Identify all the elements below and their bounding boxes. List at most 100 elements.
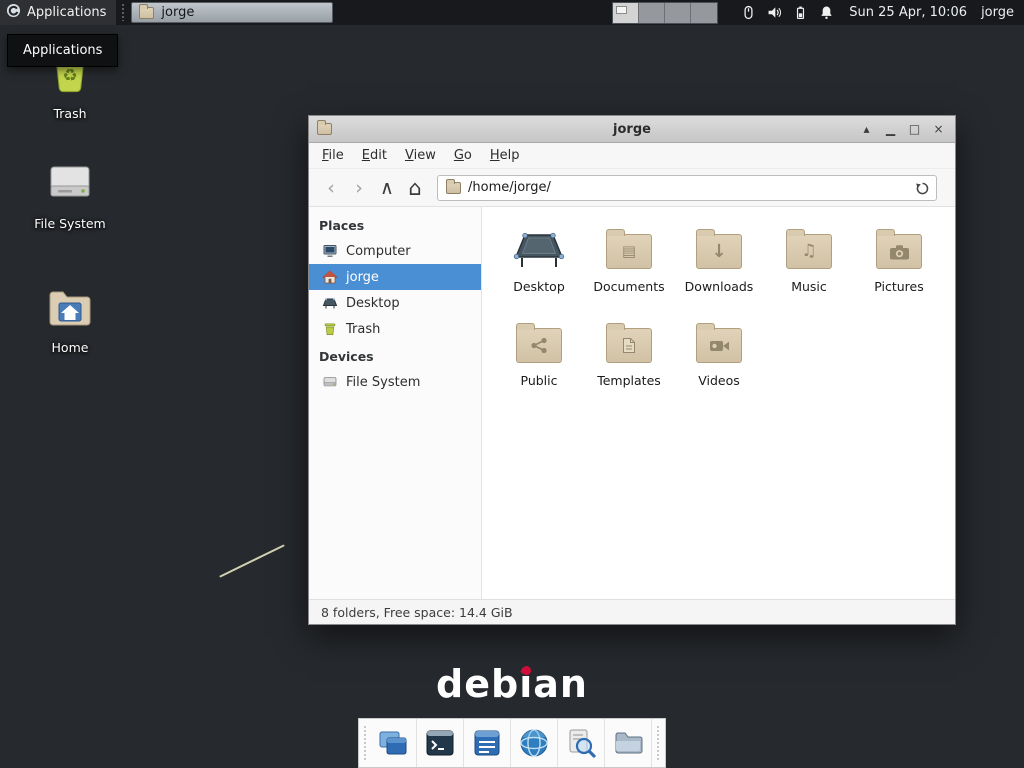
dock-handle-left[interactable] bbox=[361, 726, 368, 760]
volume-tray-icon[interactable] bbox=[766, 4, 783, 21]
workspace-window-miniature bbox=[616, 6, 627, 14]
top-panel: Applications jorge Sun 25 Apr, 10:06 jor… bbox=[0, 0, 1024, 25]
sidebar-item-computer[interactable]: Computer bbox=[309, 238, 481, 264]
workspace-3[interactable] bbox=[665, 3, 691, 23]
applications-menu-button[interactable]: Applications bbox=[0, 0, 116, 25]
sidebar-header-devices: Devices bbox=[309, 342, 481, 369]
shade-button[interactable]: ▴ bbox=[858, 121, 875, 138]
path-bar bbox=[437, 175, 937, 201]
workspace-4[interactable] bbox=[691, 3, 717, 23]
menu-go[interactable]: Go bbox=[445, 143, 481, 168]
reload-button[interactable] bbox=[913, 180, 931, 198]
file-manager-window: jorge ▴ ▁ □ × File Edit View Go Help ‹ ›… bbox=[308, 115, 956, 625]
mouse-tray-icon[interactable] bbox=[740, 4, 757, 21]
status-bar: 8 folders, Free space: 14.4 GiB bbox=[309, 599, 955, 624]
menu-file[interactable]: File bbox=[313, 143, 353, 168]
wallpaper-line-artifact bbox=[219, 544, 285, 577]
dock-launcher-app-finder[interactable] bbox=[558, 719, 605, 767]
menu-view[interactable]: View bbox=[396, 143, 445, 168]
videos-folder-icon bbox=[696, 313, 742, 371]
file-public[interactable]: Public bbox=[494, 313, 584, 407]
desktop-icon-filesystem-label: File System bbox=[34, 216, 106, 231]
windows-icon bbox=[377, 727, 409, 759]
status-text: 8 folders, Free space: 14.4 GiB bbox=[321, 605, 513, 620]
path-folder-icon bbox=[446, 182, 461, 194]
documents-emblem-icon: ▤ bbox=[622, 244, 636, 259]
taskbar-button-jorge[interactable]: jorge bbox=[131, 2, 333, 23]
dock-launcher-terminal[interactable] bbox=[417, 719, 464, 767]
home-icon bbox=[322, 269, 338, 285]
sidebar-item-filesystem[interactable]: File System bbox=[309, 369, 481, 395]
downloads-arrow-emblem-icon: ↓ bbox=[711, 243, 726, 261]
file-pictures-label: Pictures bbox=[874, 279, 924, 294]
dock-handle-right[interactable] bbox=[654, 726, 661, 760]
file-music[interactable]: ♫ Music bbox=[764, 219, 854, 313]
file-videos[interactable]: Videos bbox=[674, 313, 764, 407]
sidebar: Places Computer jorge Desktop Trash Devi… bbox=[309, 207, 482, 599]
menu-edit[interactable]: Edit bbox=[353, 143, 396, 168]
file-videos-label: Videos bbox=[698, 373, 740, 388]
share-emblem-icon bbox=[530, 337, 548, 354]
computer-icon bbox=[322, 243, 338, 259]
music-folder-icon: ♫ bbox=[786, 219, 832, 277]
file-view[interactable]: Desktop ▤ Documents ↓ Downloads bbox=[482, 207, 955, 599]
desktop-icon-home-label: Home bbox=[52, 340, 89, 355]
menu-help[interactable]: Help bbox=[481, 143, 529, 168]
filesystem-drive-icon bbox=[46, 160, 94, 210]
file-downloads[interactable]: ↓ Downloads bbox=[674, 219, 764, 313]
panel-handle[interactable] bbox=[119, 4, 126, 21]
workspace-2[interactable] bbox=[639, 3, 665, 23]
workspace-switcher bbox=[612, 2, 718, 24]
applications-tooltip: Applications bbox=[7, 34, 118, 67]
sidebar-item-jorge[interactable]: jorge bbox=[309, 264, 481, 290]
sidebar-item-desktop[interactable]: Desktop bbox=[309, 290, 481, 316]
file-music-label: Music bbox=[791, 279, 827, 294]
dock-launcher-panel-lines[interactable] bbox=[464, 719, 511, 767]
home-button[interactable]: ⌂ bbox=[401, 174, 429, 202]
file-templates[interactable]: Templates bbox=[584, 313, 674, 407]
sidebar-item-computer-label: Computer bbox=[346, 244, 411, 259]
maximize-button[interactable]: □ bbox=[906, 121, 923, 138]
minimize-button[interactable]: ▁ bbox=[882, 121, 899, 138]
sidebar-item-trash[interactable]: Trash bbox=[309, 316, 481, 342]
downloads-folder-icon: ↓ bbox=[696, 219, 742, 277]
panel-clock[interactable]: Sun 25 Apr, 10:06 bbox=[849, 5, 967, 20]
file-public-label: Public bbox=[521, 373, 558, 388]
close-button[interactable]: × bbox=[930, 121, 947, 138]
desktop-special-icon bbox=[512, 219, 566, 277]
dock-launcher-web-browser[interactable] bbox=[511, 719, 558, 767]
desktop-icon bbox=[322, 295, 338, 311]
sidebar-header-places: Places bbox=[309, 211, 481, 238]
panel-username[interactable]: jorge bbox=[981, 5, 1014, 20]
file-downloads-label: Downloads bbox=[685, 279, 754, 294]
back-button[interactable]: ‹ bbox=[317, 174, 345, 202]
applications-menu-icon bbox=[6, 3, 21, 22]
templates-folder-icon bbox=[606, 313, 652, 371]
file-templates-label: Templates bbox=[597, 373, 661, 388]
desktop-icon-home[interactable]: Home bbox=[24, 286, 116, 355]
dock-launcher-windows[interactable] bbox=[370, 719, 417, 767]
debian-wordmark: debian bbox=[0, 662, 1024, 706]
menu-bar: File Edit View Go Help bbox=[309, 143, 955, 169]
applications-menu-label: Applications bbox=[27, 5, 106, 20]
sidebar-item-jorge-label: jorge bbox=[346, 270, 379, 285]
notifications-bell-icon[interactable] bbox=[818, 4, 835, 21]
file-documents[interactable]: ▤ Documents bbox=[584, 219, 674, 313]
file-desktop[interactable]: Desktop bbox=[494, 219, 584, 313]
forward-button[interactable]: › bbox=[345, 174, 373, 202]
taskbar-window-icon bbox=[139, 7, 154, 19]
window-titlebar[interactable]: jorge ▴ ▁ □ × bbox=[309, 116, 955, 143]
file-desktop-label: Desktop bbox=[513, 279, 565, 294]
workspace-1[interactable] bbox=[613, 3, 639, 23]
dock-launcher-file-manager[interactable] bbox=[605, 719, 652, 767]
up-button[interactable]: ∧ bbox=[373, 174, 401, 202]
svg-text:♻: ♻ bbox=[62, 66, 77, 86]
file-pictures[interactable]: Pictures bbox=[854, 219, 944, 313]
battery-tray-icon[interactable] bbox=[792, 4, 809, 21]
trash-icon bbox=[322, 321, 338, 337]
desktop-icon-filesystem[interactable]: File System bbox=[24, 160, 116, 231]
music-note-emblem-icon: ♫ bbox=[801, 243, 816, 260]
path-input[interactable] bbox=[468, 180, 906, 195]
folder-icon bbox=[612, 727, 644, 759]
camera-emblem-icon bbox=[889, 244, 910, 260]
